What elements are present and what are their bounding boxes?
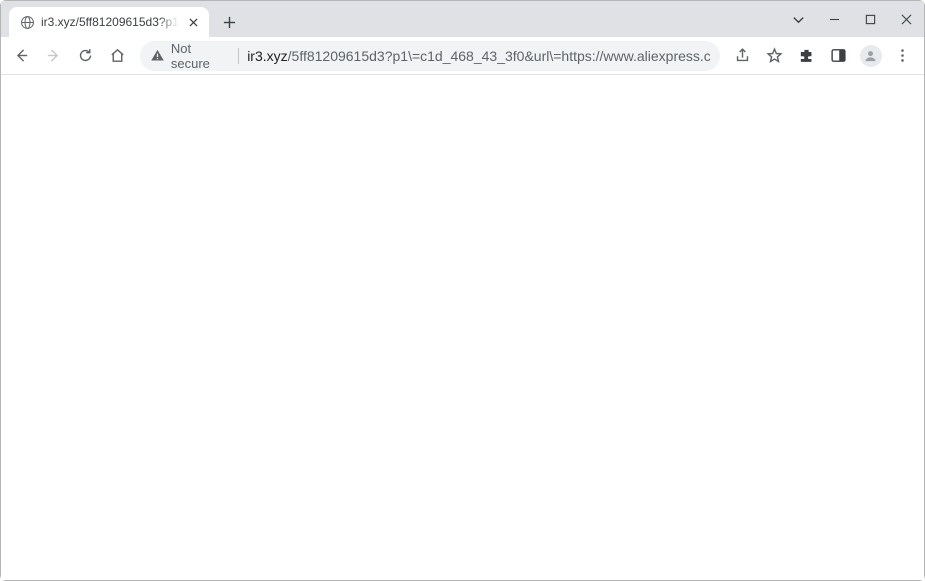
reload-button[interactable] <box>70 41 100 71</box>
side-panel-button[interactable] <box>824 41 854 71</box>
url-host: ir3.xyz <box>247 48 287 64</box>
window-controls <box>780 1 924 37</box>
globe-icon <box>19 14 35 30</box>
divider <box>238 48 239 64</box>
titlebar: ir3.xyz/5ff81209615d3?p1\=c1d <box>1 1 924 37</box>
security-label: Not secure <box>171 41 230 71</box>
extensions-button[interactable] <box>792 41 822 71</box>
new-tab-button[interactable] <box>215 8 243 36</box>
forward-button[interactable] <box>39 41 69 71</box>
tab-search-button[interactable] <box>780 5 816 33</box>
url-text: ir3.xyz/5ff81209615d3?p1\=c1d_468_43_3f0… <box>247 48 710 64</box>
warning-icon <box>150 48 165 63</box>
close-tab-button[interactable] <box>185 14 201 30</box>
address-bar[interactable]: Not secure ir3.xyz/5ff81209615d3?p1\=c1d… <box>140 41 720 71</box>
window-close-button[interactable] <box>888 5 924 33</box>
url-path: /5ff81209615d3?p1\=c1d_468_43_3f0&url\=h… <box>288 48 710 64</box>
toolbar: Not secure ir3.xyz/5ff81209615d3?p1\=c1d… <box>1 37 924 75</box>
minimize-button[interactable] <box>816 5 852 33</box>
share-button[interactable] <box>728 41 758 71</box>
avatar-icon <box>860 45 882 67</box>
page-content <box>1 75 924 580</box>
home-button[interactable] <box>102 41 132 71</box>
tab-title: ir3.xyz/5ff81209615d3?p1\=c1d <box>41 15 179 29</box>
menu-button[interactable] <box>888 41 918 71</box>
toolbar-right <box>728 41 918 71</box>
bookmark-button[interactable] <box>760 41 790 71</box>
profile-button[interactable] <box>856 41 886 71</box>
tab-strip: ir3.xyz/5ff81209615d3?p1\=c1d <box>1 1 243 37</box>
maximize-button[interactable] <box>852 5 888 33</box>
security-chip[interactable]: Not secure <box>150 41 230 71</box>
browser-tab[interactable]: ir3.xyz/5ff81209615d3?p1\=c1d <box>9 7 209 37</box>
back-button[interactable] <box>7 41 37 71</box>
